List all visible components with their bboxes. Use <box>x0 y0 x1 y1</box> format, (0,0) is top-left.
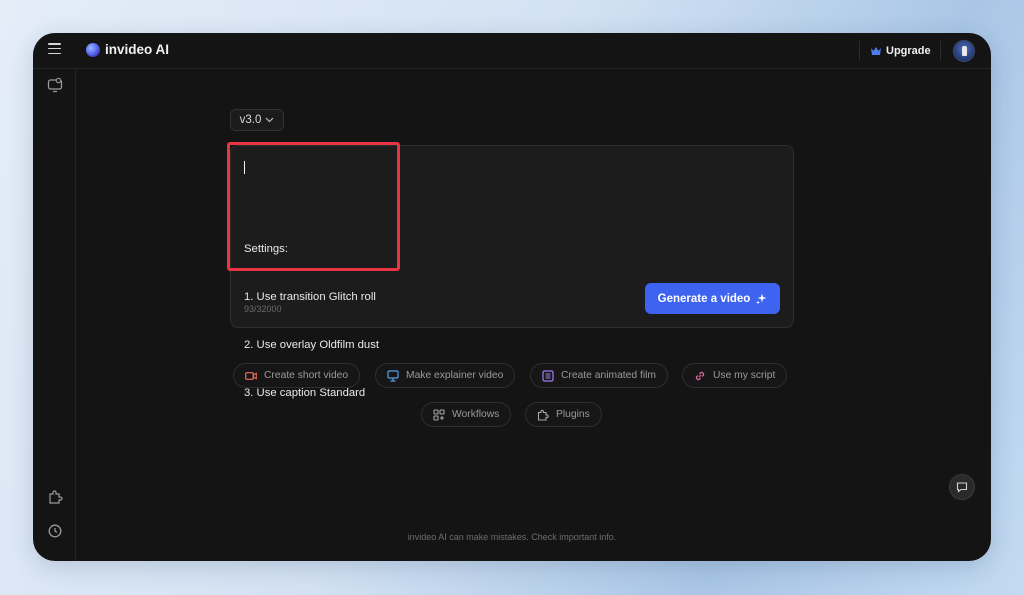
menu-icon[interactable] <box>48 43 61 55</box>
presentation-icon <box>387 369 399 382</box>
create-animated-film-chip[interactable]: Create animated film <box>530 363 668 388</box>
use-my-script-chip[interactable]: Use my script <box>682 363 788 388</box>
prompt-textarea[interactable]: Settings: 1. Use transition Glitch roll … <box>230 145 794 399</box>
chevron-down-icon <box>265 117 274 123</box>
film-list-icon <box>542 369 554 382</box>
app-window: invideo AI Upgrade v3.0 Settings: 1. Use… <box>33 33 991 561</box>
monitor-icon[interactable] <box>47 77 63 93</box>
chat-bubble-icon <box>956 482 968 493</box>
chip-label: Make explainer video <box>406 370 504 381</box>
upgrade-label: Upgrade <box>886 45 931 57</box>
create-short-video-chip[interactable]: Create short video <box>233 363 361 388</box>
divider <box>940 41 941 61</box>
link-icon <box>695 371 705 380</box>
puzzle-icon[interactable] <box>47 489 63 505</box>
character-count: 93/32000 <box>244 304 282 314</box>
sparkle-icon <box>756 293 767 304</box>
chip-label: Workflows <box>452 409 500 420</box>
invideo-logo-icon <box>86 43 100 57</box>
upgrade-button[interactable]: Upgrade <box>871 42 931 60</box>
prompt-text[interactable]: Settings: 1. Use transition Glitch roll … <box>244 161 544 433</box>
version-value: v3.0 <box>239 114 262 126</box>
chip-label: Create short video <box>264 370 349 381</box>
grid-icon <box>433 408 445 421</box>
app-title: invideo AI <box>105 42 170 57</box>
make-explainer-video-chip[interactable]: Make explainer video <box>375 363 516 388</box>
prompt-line: 2. Use overlay Oldfilm dust <box>244 339 379 351</box>
version-select[interactable]: v3.0 <box>230 109 284 131</box>
generate-video-button[interactable]: Generate a video <box>645 283 780 314</box>
prompt-line: Settings: <box>244 243 288 255</box>
chip-label: Create animated film <box>561 370 656 381</box>
prompt-line: 1. Use transition Glitch roll <box>244 291 376 303</box>
chat-button[interactable] <box>949 474 975 500</box>
avatar[interactable] <box>953 40 975 62</box>
disclaimer-text: invideo AI can make mistakes. Check impo… <box>407 532 617 542</box>
plugins-chip[interactable]: Plugins <box>525 402 602 427</box>
video-camera-icon <box>245 371 257 380</box>
top-bar: invideo AI Upgrade <box>33 33 991 69</box>
workflows-chip[interactable]: Workflows <box>421 402 512 427</box>
generate-label: Generate a video <box>657 292 751 305</box>
puzzle-icon <box>537 409 549 421</box>
sidebar <box>33 69 76 561</box>
chip-label: Plugins <box>556 409 590 420</box>
chip-label: Use my script <box>713 370 776 381</box>
crown-icon <box>871 47 881 55</box>
divider <box>859 41 860 61</box>
